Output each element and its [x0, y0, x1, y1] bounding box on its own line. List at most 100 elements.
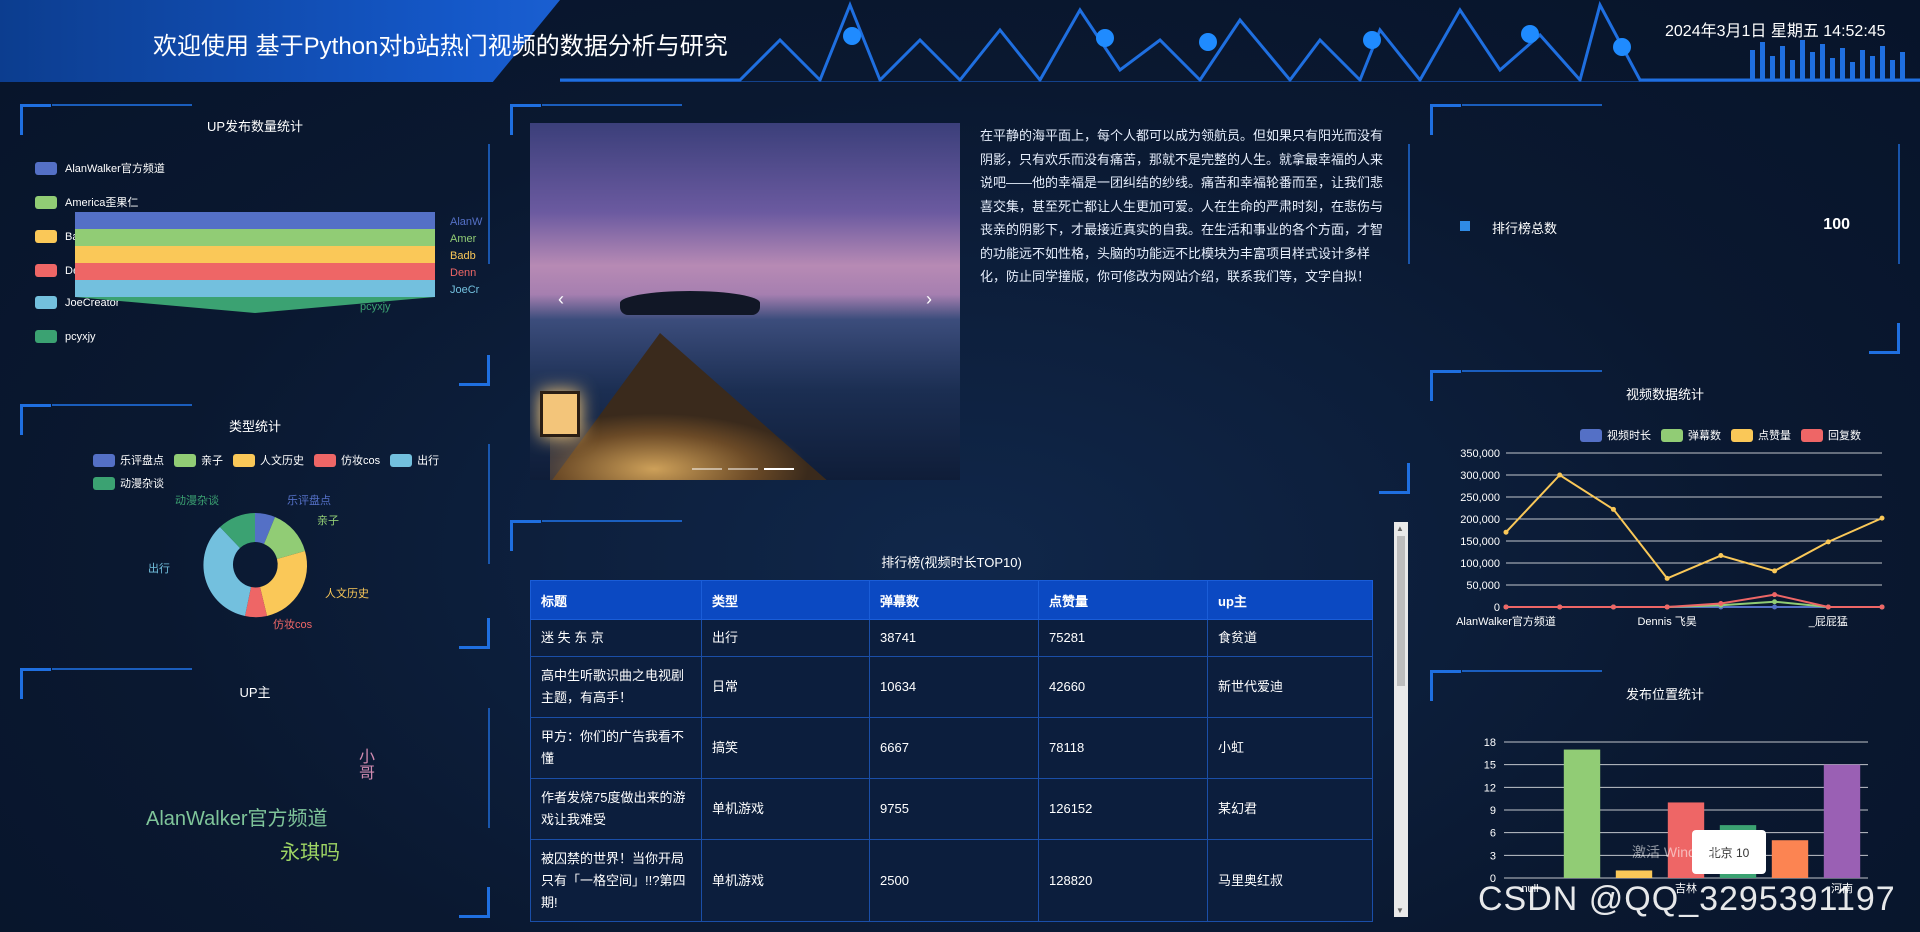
data-point[interactable]	[1772, 592, 1778, 598]
legend-item[interactable]: 人文历史	[260, 452, 304, 468]
y-tick-label: 12	[1484, 782, 1496, 794]
carousel-dot[interactable]	[728, 468, 758, 470]
column-header[interactable]: up主	[1207, 580, 1373, 620]
donut-label: 出行	[148, 561, 170, 575]
data-point[interactable]	[1825, 539, 1831, 545]
bar[interactable]	[1563, 749, 1601, 878]
data-point[interactable]	[1772, 568, 1778, 574]
table-header-row: 标题 类型 弹幕数 点赞量 up主	[530, 580, 1373, 620]
data-point[interactable]	[1879, 604, 1885, 610]
funnel-label: pcyxjy	[360, 301, 391, 313]
legend-item[interactable]: 回复数	[1828, 427, 1861, 443]
table-row[interactable]: 作者发烧75度做出来的游戏让我难受 单机游戏 9755 126152 某幻君	[530, 778, 1373, 840]
funnel-slice[interactable]	[75, 229, 435, 246]
data-point[interactable]	[1825, 604, 1831, 610]
y-tick-label: 0	[1494, 602, 1500, 614]
x-tick-label: AlanWalker官方频道	[1456, 614, 1556, 628]
data-point[interactable]	[1664, 575, 1670, 581]
y-tick-label: 18	[1484, 737, 1496, 749]
data-point[interactable]	[1879, 515, 1885, 521]
y-tick-label: 350,000	[1460, 448, 1500, 460]
data-point[interactable]	[1503, 604, 1509, 610]
y-tick-label: 9	[1490, 805, 1496, 817]
data-point[interactable]	[1664, 604, 1670, 610]
funnel-slice[interactable]	[75, 280, 435, 297]
data-point[interactable]	[1718, 553, 1724, 559]
data-point[interactable]	[1610, 604, 1616, 610]
data-point[interactable]	[1610, 506, 1616, 512]
legend-item[interactable]: 点赞量	[1758, 427, 1791, 443]
total-value: 100	[1823, 216, 1850, 233]
data-point[interactable]	[1503, 529, 1509, 535]
data-point[interactable]	[1772, 599, 1778, 605]
scroll-up-icon[interactable]: ▲	[1396, 524, 1404, 533]
legend-item[interactable]: 出行	[417, 452, 439, 468]
funnel-chart: AlanW Amer Badb Denn JoeCr pcyxjy	[75, 212, 483, 313]
word-cloud-word[interactable]: AlanWalker官方频道	[146, 802, 328, 831]
word-cloud-word[interactable]: 永琪吗	[280, 836, 340, 865]
donut-label: 仿妆cos	[273, 618, 313, 631]
funnel-slice[interactable]	[75, 246, 435, 263]
data-point[interactable]	[1557, 604, 1563, 610]
type-donut-chart: 动漫杂谈 乐评盘点 亲子 人文历史 仿妆cos 出行	[148, 493, 369, 631]
word-cloud-word[interactable]: 小哥	[352, 748, 376, 780]
legend-item[interactable]: 动漫杂谈	[120, 475, 164, 491]
table-row[interactable]: 高中生听歌识曲之电视剧主题，有高手！ 日常 10634 42660 新世代爱迪	[530, 656, 1373, 718]
y-tick-label: 250,000	[1460, 492, 1500, 504]
page-title: 欢迎使用 基于Python对b站热门视频的数据分析与研究	[153, 33, 728, 60]
legend-item[interactable]: 仿妆cos	[341, 452, 380, 468]
data-point[interactable]	[1557, 472, 1563, 478]
panel-title: 发布位置统计	[1625, 687, 1704, 702]
csdn-watermark: CSDN @QQ_3295391197	[1478, 880, 1896, 918]
y-tick-label: 6	[1490, 828, 1496, 840]
y-tick-label: 200,000	[1460, 514, 1500, 526]
scrollbar-thumb[interactable]	[1397, 536, 1405, 686]
table-row[interactable]: 迷 失 东 京出行 38741 75281 食贫道	[530, 619, 1373, 657]
funnel-label: AlanW	[450, 216, 483, 228]
column-header[interactable]: 类型	[701, 580, 870, 620]
legend-item[interactable]: pcyxjy	[35, 330, 96, 343]
bar[interactable]	[1771, 840, 1809, 878]
legend-item[interactable]: AlanWalker官方频道	[35, 160, 165, 176]
panel-title: 视频数据统计	[1625, 387, 1704, 402]
carousel-indicators	[692, 468, 794, 470]
x-tick-label: _屁屁猛	[1808, 615, 1848, 628]
funnel-label: JoeCr	[450, 284, 480, 296]
column-header[interactable]: 标题	[530, 580, 702, 620]
data-point[interactable]	[1772, 604, 1778, 610]
video-legend: 视频时长 弹幕数 点赞量 回复数	[1570, 427, 1861, 443]
carousel-next-button[interactable]: ›	[926, 289, 932, 310]
table-row[interactable]: 甲方：你们的广告我看不懂 搞笑 6667 78118 小虹	[530, 717, 1373, 779]
carousel-dot[interactable]	[692, 468, 722, 470]
y-tick-label: 3	[1490, 850, 1496, 862]
image-carousel[interactable]: ‹ ›	[530, 123, 960, 480]
panel-title: 类型统计	[228, 419, 281, 434]
lantern	[540, 391, 580, 437]
carousel-dot[interactable]	[764, 468, 794, 470]
carousel-prev-button[interactable]: ‹	[558, 289, 564, 310]
type-legend: 乐评盘点 亲子 人文历史 仿妆cos 出行	[83, 452, 439, 468]
video-line-chart: 0 50,000 100,000 150,000 200,000 250,000 300,0…	[1456, 448, 1885, 628]
scroll-down-icon[interactable]: ▼	[1396, 906, 1404, 915]
legend-item[interactable]: 亲子	[201, 452, 223, 468]
bar[interactable]	[1823, 764, 1861, 878]
funnel-label: Badb	[450, 250, 476, 262]
funnel-slice[interactable]	[75, 263, 435, 280]
donut-label: 乐评盘点	[287, 493, 331, 507]
bar[interactable]	[1615, 870, 1653, 878]
datetime: 2024年3月1日 星期五 14:52:45	[1665, 23, 1886, 40]
total-label: 排行榜总数	[1492, 221, 1558, 236]
legend-item[interactable]: 视频时长	[1607, 427, 1651, 443]
table-scrollbar[interactable]: ▲ ▼	[1394, 522, 1408, 917]
table-row[interactable]: 被囚禁的世界！当你开局只有「一格空间」!!?第四期! 单机游戏 2500 128820…	[530, 839, 1373, 922]
column-header[interactable]: 点赞量	[1038, 580, 1208, 620]
column-header[interactable]: 弹幕数	[869, 580, 1039, 620]
data-point[interactable]	[1718, 600, 1724, 606]
funnel-slice[interactable]	[75, 212, 435, 229]
legend-item[interactable]: 弹幕数	[1688, 427, 1721, 443]
x-tick-label: Dennis 飞昊	[1637, 615, 1696, 628]
donut-slice[interactable]	[260, 551, 308, 616]
ranking-table: 标题 类型 弹幕数 点赞量 up主 迷 失 东 京出行 38741 75281 食贫道…	[530, 580, 1373, 922]
legend-item[interactable]: 乐评盘点	[120, 452, 164, 468]
series-line[interactable]	[1506, 593, 1882, 608]
